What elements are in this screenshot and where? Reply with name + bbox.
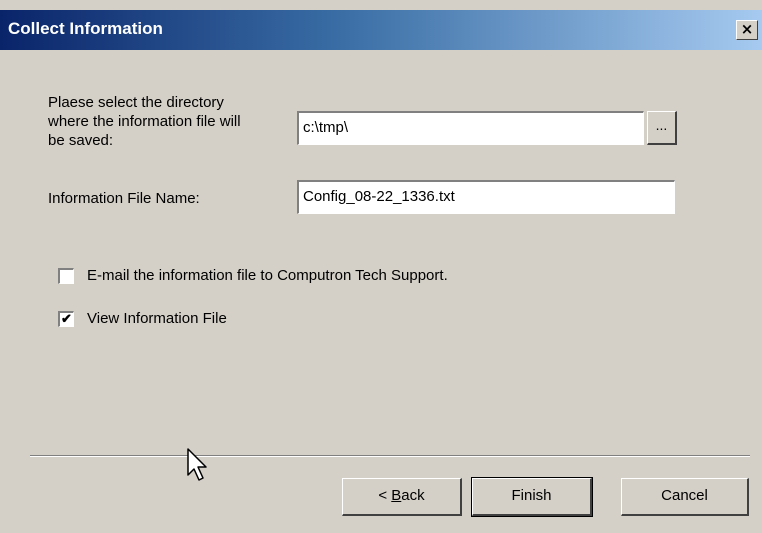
checkmark-icon: ✔ bbox=[61, 311, 72, 326]
finish-button[interactable]: Finish bbox=[471, 477, 593, 517]
back-button-prefix: < bbox=[378, 487, 392, 504]
collect-information-dialog: Collect Information × Plaese select the … bbox=[0, 0, 762, 533]
view-file-checkbox[interactable]: ✔ bbox=[58, 311, 74, 327]
directory-label: Plaese select the directory where the in… bbox=[48, 93, 241, 150]
directory-input-value: c:\tmp\ bbox=[303, 119, 349, 136]
email-checkbox[interactable] bbox=[58, 268, 74, 284]
close-icon: × bbox=[740, 20, 754, 38]
browse-button-label: ... bbox=[655, 117, 668, 133]
back-button-accelerator: B bbox=[391, 487, 402, 504]
window-title: Collect Information bbox=[8, 19, 163, 38]
directory-input[interactable]: c:\tmp\ bbox=[297, 111, 644, 145]
directory-label-line-2: where the information file will bbox=[48, 113, 241, 130]
back-button[interactable]: < Back bbox=[342, 478, 462, 516]
filename-input[interactable]: Config_08-22_1336.txt bbox=[297, 180, 675, 214]
separator-line bbox=[30, 455, 750, 457]
mouse-pointer-icon bbox=[187, 448, 207, 481]
browse-button[interactable]: ... bbox=[647, 111, 677, 145]
email-checkbox-label[interactable]: E-mail the information file to Computron… bbox=[87, 266, 448, 285]
finish-button-label: Finish bbox=[511, 487, 552, 504]
cancel-button-label: Cancel bbox=[661, 487, 708, 504]
close-button[interactable]: × bbox=[736, 20, 758, 40]
directory-label-line-1: Plaese select the directory bbox=[48, 94, 224, 111]
view-file-checkbox-label[interactable]: View Information File bbox=[87, 309, 227, 328]
cancel-button[interactable]: Cancel bbox=[621, 478, 749, 516]
filename-label: Information File Name: bbox=[48, 190, 200, 207]
title-bar[interactable]: Collect Information × bbox=[0, 10, 762, 50]
directory-label-line-3: be saved: bbox=[48, 132, 114, 149]
filename-input-value: Config_08-22_1336.txt bbox=[303, 188, 455, 205]
back-button-rest: ack bbox=[401, 487, 425, 504]
